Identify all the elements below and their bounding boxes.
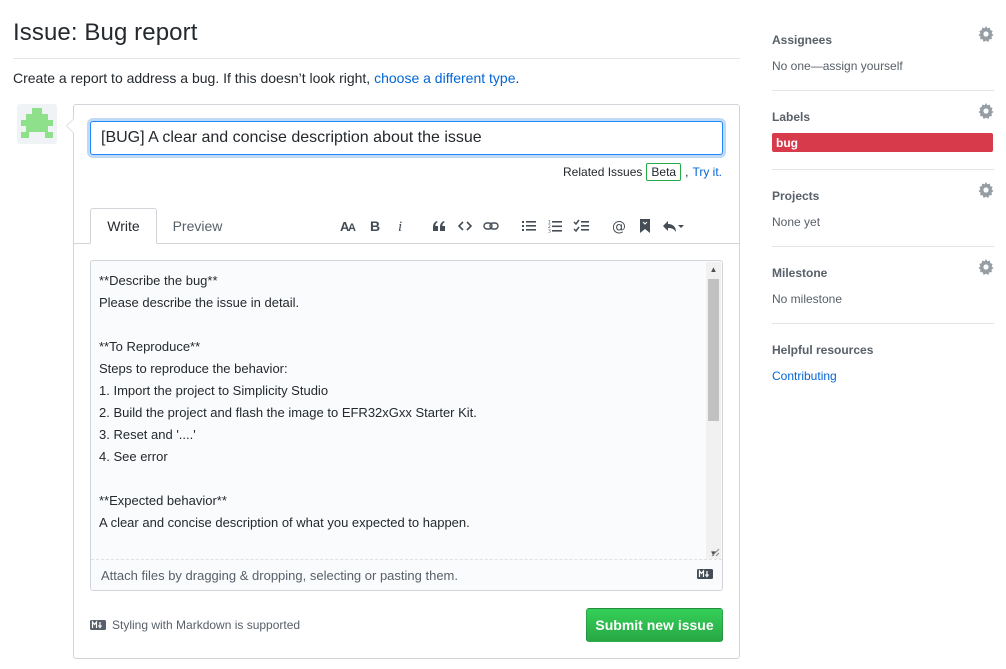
ordered-list-icon[interactable]: 123 — [542, 214, 568, 238]
issue-title-input[interactable] — [90, 121, 723, 155]
projects-gear-icon[interactable] — [978, 182, 994, 198]
scroll-up-arrow-icon[interactable]: ▲ — [706, 262, 721, 277]
milestone-heading: Milestone — [772, 266, 828, 280]
italic-icon[interactable]: i — [388, 214, 414, 238]
task-list-icon[interactable] — [568, 214, 594, 238]
text-size-icon[interactable]: AA — [336, 214, 362, 238]
markdown-note-text: Styling with Markdown is supported — [112, 618, 301, 632]
related-issues-label: Related Issues — [563, 165, 643, 179]
svg-text:3: 3 — [548, 229, 551, 234]
tab-write[interactable]: Write — [90, 208, 157, 244]
labels-heading: Labels — [772, 110, 811, 124]
intro-text: Create a report to address a bug. If thi… — [13, 70, 519, 86]
attach-files-text: Attach files by dragging & dropping, sel… — [101, 567, 458, 583]
mention-icon[interactable]: @ — [606, 214, 632, 238]
reply-icon[interactable] — [658, 214, 688, 238]
sidebar-assignees: Assignees No one—assign yourself — [772, 26, 994, 73]
avatar — [17, 104, 57, 144]
svg-text:A: A — [348, 222, 356, 233]
quote-icon[interactable] — [426, 214, 452, 238]
try-it-link[interactable]: Try it. — [692, 165, 722, 179]
intro-text-body: Create a report to address a bug. If thi… — [13, 70, 371, 86]
svg-text:i: i — [398, 219, 402, 233]
labels-gear-icon[interactable] — [978, 103, 994, 119]
label-bug[interactable]: bug — [772, 133, 993, 152]
intro-text-end: . — [515, 70, 520, 86]
assignees-value[interactable]: No one—assign yourself — [772, 59, 994, 73]
projects-heading: Projects — [772, 189, 820, 203]
markdown-icon — [90, 620, 106, 630]
bold-icon[interactable]: B — [362, 214, 388, 238]
attach-files-bar[interactable]: Attach files by dragging & dropping, sel… — [91, 559, 722, 590]
sidebar-divider — [772, 323, 994, 324]
assignees-gear-icon[interactable] — [978, 26, 994, 42]
svg-text:@: @ — [612, 219, 626, 234]
code-icon[interactable] — [452, 214, 478, 238]
editor-scrollbar[interactable]: ▲ ▼ — [706, 262, 721, 561]
beta-badge: Beta — [646, 163, 682, 181]
assignees-heading: Assignees — [772, 33, 833, 47]
markdown-icon — [697, 569, 713, 579]
form-caret-inner — [67, 119, 74, 133]
sidebar-milestone: Milestone No milestone — [772, 259, 994, 306]
comment-body-editor[interactable]: **Describe the bug** Please describe the… — [90, 260, 723, 591]
sidebar-divider — [772, 90, 994, 91]
related-issues: Related Issues Beta, Try it. — [563, 163, 722, 181]
projects-value: None yet — [772, 215, 821, 229]
markdown-note: Styling with Markdown is supported — [90, 618, 300, 632]
sidebar-labels: Labels — [772, 103, 994, 124]
resize-grip-icon[interactable] — [710, 547, 720, 557]
bookmark-icon[interactable] — [632, 214, 658, 238]
svg-text:B: B — [370, 219, 380, 233]
link-icon[interactable] — [478, 214, 504, 238]
sidebar-resources: Helpful resources Contributing — [772, 343, 994, 383]
tab-preview[interactable]: Preview — [160, 208, 235, 244]
sidebar-divider — [772, 246, 994, 247]
choose-different-type-link[interactable]: choose a different type — [374, 70, 515, 86]
resources-heading: Helpful resources — [772, 343, 874, 357]
sidebar-divider — [772, 169, 994, 170]
title-divider — [13, 58, 740, 59]
milestone-value: No milestone — [772, 292, 843, 306]
submit-new-issue-button[interactable]: Submit new issue — [586, 608, 723, 642]
markdown-toolbar: AA B i 123 @ — [336, 214, 688, 238]
contributing-link[interactable]: Contributing — [772, 369, 994, 383]
sidebar-projects: Projects None yet — [772, 182, 994, 229]
page-title: Issue: Bug report — [13, 19, 198, 46]
milestone-gear-icon[interactable] — [978, 259, 994, 275]
identicon-icon — [17, 104, 57, 144]
comment-body-text[interactable]: **Describe the bug** Please describe the… — [99, 270, 699, 534]
unordered-list-icon[interactable] — [516, 214, 542, 238]
scroll-thumb[interactable] — [708, 279, 719, 421]
